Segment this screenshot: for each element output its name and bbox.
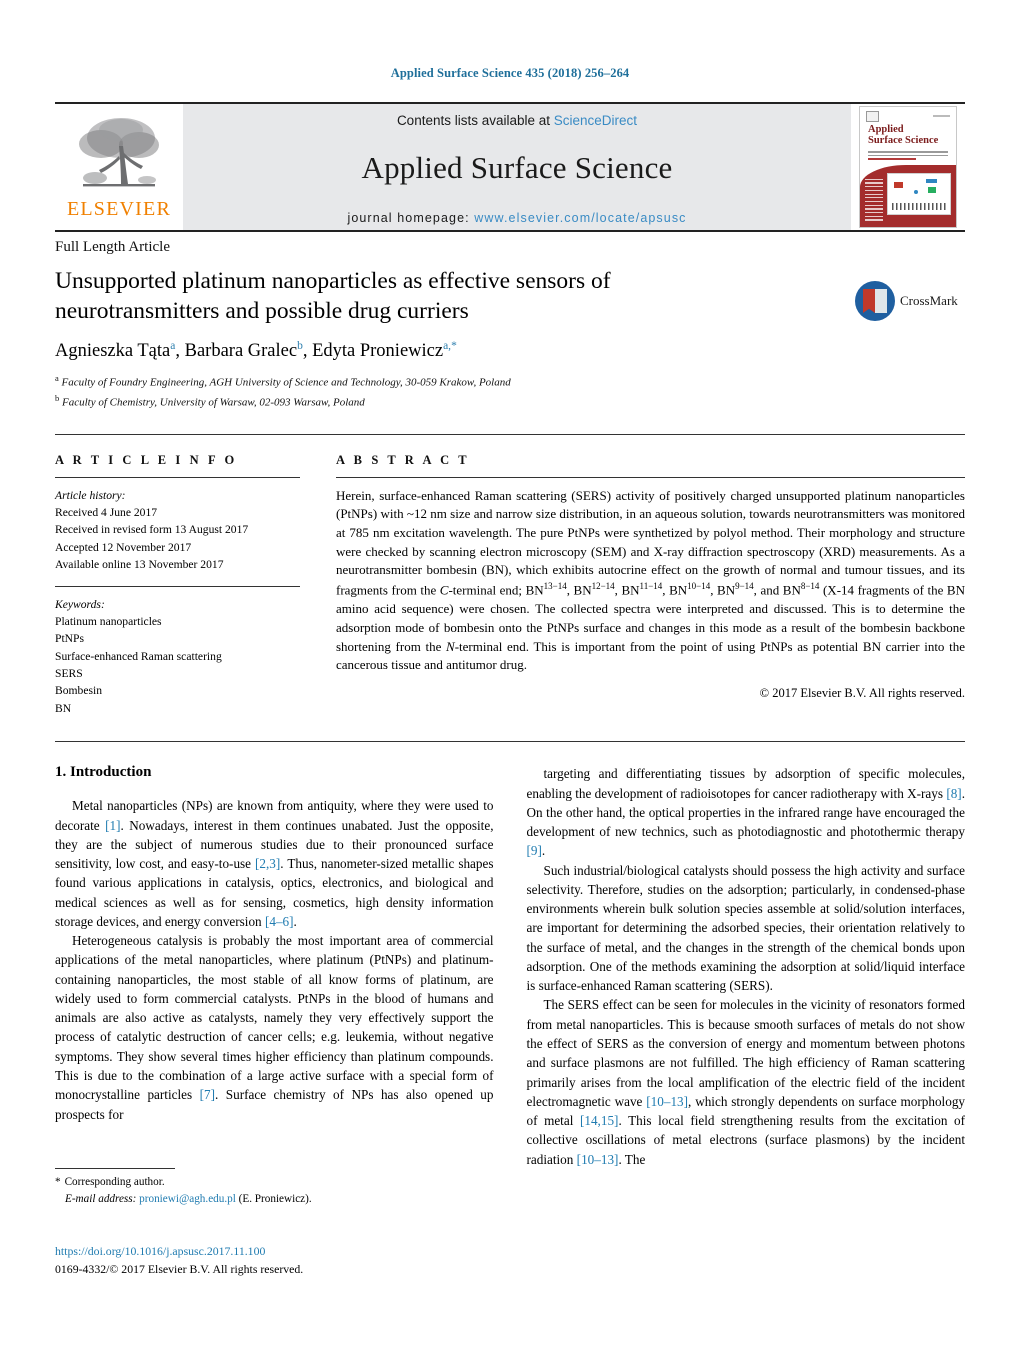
doi-block: https://doi.org/10.1016/j.apsusc.2017.11…	[55, 1243, 303, 1278]
corresponding-author-label: Corresponding author.	[64, 1176, 165, 1188]
journal-homepage-link[interactable]: www.elsevier.com/locate/apsusc	[474, 211, 686, 225]
history-item: Received in revised form 13 August 2017	[55, 523, 249, 537]
title-row: Unsupported platinum nanoparticles as ef…	[55, 267, 965, 412]
affiliation-list: a Faculty of Foundry Engineering, AGH Un…	[55, 372, 845, 411]
masthead-right: Applied Surface Science	[851, 104, 965, 230]
history-items: Received 4 June 2017 Received in revised …	[55, 504, 300, 574]
journal-cover-thumbnail: Applied Surface Science	[859, 106, 957, 228]
cover-title: Applied Surface Science	[868, 124, 939, 147]
cover-figure-shape-blue	[926, 179, 937, 183]
intro-right-paragraphs: targeting and differentiating tissues by…	[527, 764, 966, 1169]
corresponding-author-line: * Corresponding author.	[55, 1174, 495, 1191]
cover-figure-shape-red	[894, 182, 903, 188]
doi-link[interactable]: https://doi.org/10.1016/j.apsusc.2017.11…	[55, 1243, 303, 1261]
section-title-introduction: 1. Introduction	[55, 764, 152, 781]
cover-figure-shape-green	[928, 187, 936, 193]
homepage-prefix: journal homepage:	[347, 211, 475, 225]
contents-prefix: Contents lists available at	[396, 113, 554, 128]
article-info-heading: A R T I C L E I N F O	[55, 452, 238, 467]
elsevier-tree-icon	[71, 112, 167, 198]
intro-paragraph: Heterogeneous catalysis is probably the …	[55, 933, 494, 1122]
issn-copyright-line: 0169-4332/© 2017 Elsevier B.V. All right…	[55, 1261, 304, 1276]
history-item: Received 4 June 2017	[55, 505, 158, 519]
email-owner: (E. Proniewicz).	[238, 1192, 312, 1205]
journal-homepage-line: journal homepage: www.elsevier.com/locat…	[347, 211, 686, 225]
abstract-column: A B S T R A C T Herein, surface-enhanced…	[336, 453, 965, 718]
paper-page: Applied Surface Science 435 (2018) 256–2…	[0, 0, 1020, 1351]
intro-paragraph: Metal nanoparticles (NPs) are known from…	[55, 798, 494, 929]
abstract-text: Herein, surface-enhanced Raman scatterin…	[336, 487, 965, 673]
body-column-right: targeting and differentiating tissues by…	[527, 764, 966, 1169]
title-column: Unsupported platinum nanoparticles as ef…	[55, 267, 855, 412]
affiliation-item: b Faculty of Chemistry, University of Wa…	[55, 392, 365, 409]
cover-red-panel	[860, 165, 956, 227]
intro-paragraph: Such industrial/biological catalysts sho…	[526, 862, 966, 994]
cover-figure	[887, 173, 951, 215]
email-label: E-mail address:	[65, 1192, 137, 1205]
footnote-rule	[55, 1168, 175, 1169]
article-info-rule	[55, 476, 300, 478]
keyword-items: Platinum nanoparticles PtNPs Surface-enhan…	[55, 613, 300, 717]
article-history-label: Article history:	[55, 488, 126, 502]
elsevier-logo: ELSEVIER	[55, 104, 183, 230]
keyword-item: Surface-enhanced Raman scattering	[55, 649, 222, 663]
journal-masthead: ELSEVIER Contents lists available at Sci…	[55, 102, 965, 230]
cover-publisher-chip	[866, 110, 879, 122]
intro-paragraph: The SERS effect can be seen for molecule…	[526, 997, 966, 1167]
masthead-center: Contents lists available at ScienceDirec…	[183, 104, 851, 230]
abstract-heading: A B S T R A C T	[336, 452, 470, 467]
info-abstract-section: A R T I C L E I N F O Article history: R…	[55, 435, 965, 718]
journal-title: Applied Surface Science	[361, 150, 673, 185]
history-item: Accepted 12 November 2017	[55, 540, 192, 554]
cover-subtitle-lines	[868, 151, 948, 163]
abstract-copyright: © 2017 Elsevier B.V. All rights reserved…	[759, 686, 965, 701]
abstract-rule	[336, 476, 965, 478]
keyword-item: BN	[55, 701, 72, 715]
keywords-divider	[55, 585, 300, 587]
crossmark-book-right	[875, 289, 887, 313]
keyword-item: Platinum nanoparticles	[55, 614, 162, 628]
cover-contents-lines	[865, 178, 883, 223]
corresponding-author-footnote: * Corresponding author. E-mail address: p…	[55, 1168, 495, 1208]
crossmark-label: CrossMark	[900, 293, 958, 308]
cover-topbar	[866, 110, 950, 122]
intro-left-paragraphs: Metal nanoparticles (NPs) are known from…	[55, 796, 494, 1124]
history-item: Available online 13 November 2017	[55, 558, 224, 572]
cover-issue-line	[933, 115, 950, 117]
body-column-left: 1. Introduction Metal nanoparticles (NPs…	[55, 764, 494, 1169]
keywords-group: Keywords: Platinum nanoparticles PtNPs Sur…	[55, 596, 300, 718]
running-head: Applied Surface Science 435 (2018) 256–2…	[390, 66, 630, 80]
keyword-item: PtNPs	[55, 632, 85, 646]
email-link[interactable]: proniewi@agh.edu.pl	[139, 1193, 236, 1205]
article-history-group: Article history: Received 4 June 2017 Rec…	[55, 487, 300, 574]
article-type: Full Length Article	[55, 239, 170, 255]
keywords-label: Keywords:	[55, 597, 105, 611]
page-title: Unsupported platinum nanoparticles as ef…	[55, 268, 611, 324]
sciencedirect-link[interactable]: ScienceDirect	[554, 113, 637, 128]
crossmark-badge[interactable]: CrossMark	[855, 267, 965, 321]
contents-available-line: Contents lists available at ScienceDirec…	[397, 113, 637, 128]
article-header: Full Length Article Unsupported platinum…	[55, 230, 965, 412]
corresponding-author-star: *	[55, 1176, 61, 1188]
email-line: E-mail address: proniewi@agh.edu.pl (E. …	[55, 1191, 495, 1208]
keyword-item: Bombesin	[55, 684, 103, 698]
cover-figure-dot	[914, 190, 918, 194]
elsevier-wordmark: ELSEVIER	[66, 198, 172, 220]
crossmark-icon	[855, 281, 895, 321]
cover-figure-substrate	[892, 203, 946, 210]
body-columns: 1. Introduction Metal nanoparticles (NPs…	[55, 742, 965, 1169]
keyword-item: SERS	[55, 667, 83, 681]
author-list: Agnieszka Tątaa, Barbara Gralecb, Edyta …	[55, 340, 457, 362]
article-info-column: A R T I C L E I N F O Article history: R…	[55, 453, 300, 718]
intro-paragraph: targeting and differentiating tissues by…	[526, 766, 966, 859]
affiliation-item: a Faculty of Foundry Engineering, AGH Un…	[55, 373, 511, 390]
